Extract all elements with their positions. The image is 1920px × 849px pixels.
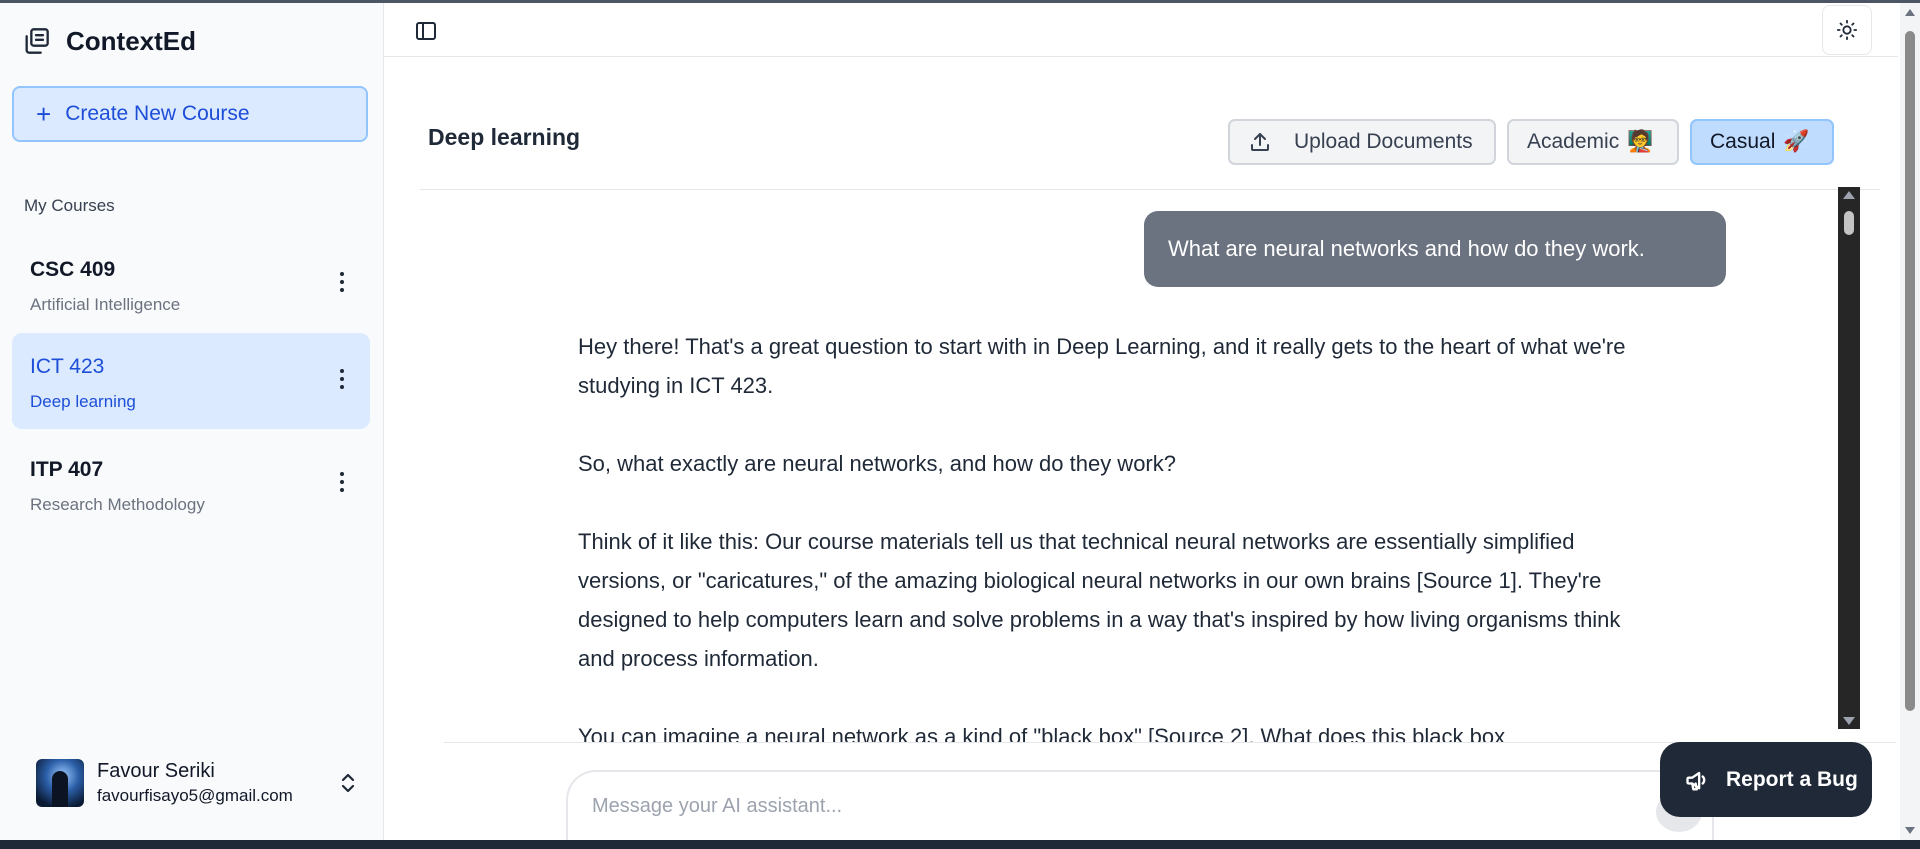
course-title: Deep learning (428, 124, 581, 150)
page-scroll-up-icon[interactable] (1905, 9, 1915, 16)
create-new-course-button[interactable]: + Create New Course (12, 86, 368, 142)
course-name: Artificial Intelligence (30, 295, 181, 314)
course-item-csc-409[interactable]: CSC 409 Artificial Intelligence (12, 236, 370, 332)
page-scroll-down-icon[interactable] (1905, 827, 1915, 834)
mode-casual-button[interactable]: Casual 🚀 (1690, 119, 1834, 165)
upload-icon (1251, 133, 1269, 151)
upload-documents-button[interactable]: Upload Documents (1228, 119, 1496, 165)
teacher-emoji-icon: 🧑‍🏫 (1627, 130, 1654, 153)
course-name: Deep learning (30, 392, 136, 411)
mode-academic-button[interactable]: Academic 🧑‍🏫 (1507, 119, 1679, 165)
course-header: Deep learning Upload Documents Academic … (420, 56, 1880, 190)
ai-response: Hey there! That's a great question to st… (578, 327, 1638, 743)
course-code: CSC 409 (30, 258, 116, 281)
avatar (36, 759, 84, 807)
user-name: Favour Seriki (97, 760, 215, 782)
scroll-up-arrow-icon[interactable] (1843, 191, 1855, 199)
academic-label: Academic (1527, 130, 1620, 153)
user-email: favourfisayo5@gmail.com (97, 786, 293, 805)
create-new-course-label: Create New Course (65, 102, 250, 125)
more-options-icon[interactable] (336, 268, 348, 298)
library-icon (25, 28, 49, 54)
brand-title: ContextEd (66, 25, 196, 56)
chat-scrollbar[interactable] (1838, 187, 1860, 729)
course-item-itp-407[interactable]: ITP 407 Research Methodology (12, 436, 370, 532)
theme-toggle-button[interactable] (1822, 5, 1872, 55)
scroll-down-arrow-icon[interactable] (1843, 717, 1855, 725)
ai-paragraph: You can imagine a neural network as a ki… (578, 724, 1506, 743)
main-panel: Deep learning Upload Documents Academic … (384, 3, 1898, 840)
ai-paragraph: Hey there! That's a great question to st… (578, 334, 1626, 398)
top-bar (384, 3, 1898, 57)
sidebar: ContextEd + Create New Course My Courses… (0, 3, 384, 840)
page-scrollbar[interactable] (1900, 3, 1920, 840)
my-courses-label: My Courses (24, 196, 115, 215)
more-options-icon[interactable] (336, 468, 348, 498)
course-name: Research Methodology (30, 495, 205, 514)
message-input[interactable] (566, 770, 1714, 840)
sun-icon (1836, 19, 1858, 41)
upload-documents-label: Upload Documents (1294, 130, 1473, 153)
sidebar-toggle-icon[interactable] (414, 19, 438, 43)
report-bug-label: Report a Bug (1726, 767, 1858, 791)
course-item-ict-423[interactable]: ICT 423 Deep learning (12, 333, 370, 429)
rocket-emoji-icon: 🚀 (1783, 130, 1810, 153)
user-profile-menu[interactable]: Favour Seriki favourfisayo5@gmail.com (36, 753, 356, 813)
course-code: ICT 423 (30, 355, 105, 378)
megaphone-icon (1686, 771, 1706, 790)
brand: ContextEd (22, 21, 196, 61)
chat-messages[interactable]: What are neural networks and how do they… (420, 189, 1860, 743)
scroll-thumb[interactable] (1844, 211, 1854, 235)
plus-icon: + (36, 99, 52, 129)
ai-paragraph: So, what exactly are neural networks, an… (578, 451, 1176, 476)
course-code: ITP 407 (30, 458, 104, 481)
page-scroll-thumb[interactable] (1905, 31, 1915, 711)
taskbar (0, 840, 1920, 849)
user-message-bubble: What are neural networks and how do they… (1144, 211, 1726, 287)
ai-paragraph: Think of it like this: Our course materi… (578, 529, 1621, 671)
casual-label: Casual (1710, 130, 1776, 153)
report-bug-button[interactable]: Report a Bug (1660, 742, 1872, 817)
more-options-icon[interactable] (336, 365, 348, 395)
chevrons-up-down-icon (341, 773, 355, 793)
